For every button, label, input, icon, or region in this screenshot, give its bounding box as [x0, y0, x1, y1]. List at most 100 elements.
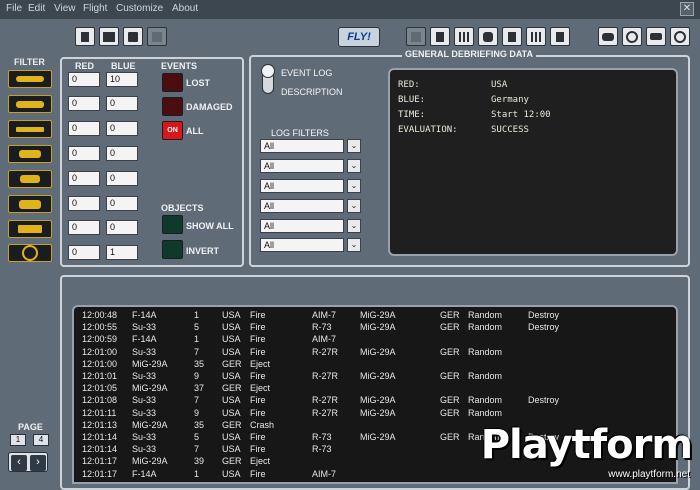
- red-count-5[interactable]: 0: [68, 171, 100, 186]
- table-row[interactable]: 12:01:00 MiG-29A 35 GER Eject: [74, 359, 674, 371]
- red-count-1[interactable]: 0: [68, 72, 100, 87]
- blue-count-5[interactable]: 0: [106, 171, 138, 186]
- all-toggle[interactable]: ON: [162, 121, 183, 140]
- fly-button[interactable]: FLY!: [338, 27, 380, 47]
- view-tool-button-1[interactable]: [406, 27, 426, 46]
- log-cell-target-id: Random: [468, 407, 503, 418]
- table-row[interactable]: 12:01:00 Su-33 7 USA Fire R-27R MiG-29A GER Rand…: [74, 347, 674, 359]
- no-entry-icon: [626, 30, 638, 43]
- table-row[interactable]: 12:01:08 Su-33 7 USA Fire R-27R MiG-29A GER Rand…: [74, 395, 674, 407]
- log-filter-select-6[interactable]: All: [260, 238, 344, 252]
- log-cell-target: MiG-29A: [360, 395, 396, 406]
- log-cell-weapon: R-73: [312, 322, 332, 333]
- log-cell-target-side: GER: [440, 346, 460, 357]
- edit-icon: [508, 31, 516, 42]
- delete-button[interactable]: [147, 27, 167, 46]
- next-page-button[interactable]: ›: [30, 455, 46, 471]
- table-row[interactable]: 12:00:48 F-14A 1 USA Fire AIM-7 MiG-29A GER Rand…: [74, 310, 674, 322]
- filter-structure-button[interactable]: [8, 244, 52, 262]
- view-tool-button-2[interactable]: [430, 27, 450, 46]
- table-row[interactable]: 12:00:55 Su-33 5 USA Fire R-73 MiG-29A GER Rando…: [74, 322, 674, 334]
- blue-count-6[interactable]: 0: [106, 196, 138, 211]
- ship-icon: [16, 126, 44, 132]
- sound-button[interactable]: [550, 27, 570, 46]
- map-icon: [411, 31, 421, 42]
- blue-count-8[interactable]: 1: [106, 245, 138, 260]
- menu-edit[interactable]: Edit: [28, 3, 45, 14]
- menu-file[interactable]: File: [6, 3, 22, 14]
- log-cell-id: 7: [194, 346, 200, 357]
- chevron-down-icon[interactable]: ⌄: [347, 238, 361, 252]
- damaged-toggle[interactable]: [162, 97, 183, 116]
- menu-customize[interactable]: Customize: [116, 3, 163, 14]
- filter-vehicle-button[interactable]: [8, 220, 52, 238]
- prev-page-button[interactable]: ‹: [11, 455, 27, 471]
- red-count-2[interactable]: 0: [68, 96, 100, 111]
- blue-count-3[interactable]: 0: [106, 121, 138, 136]
- cross-icon: [152, 31, 162, 42]
- log-cell-id: 7: [194, 444, 200, 455]
- red-count-7[interactable]: 0: [68, 220, 100, 235]
- lost-toggle[interactable]: [162, 73, 183, 92]
- chevron-down-icon[interactable]: ⌄: [347, 199, 361, 213]
- log-cell-target: MiG-29A: [360, 371, 396, 381]
- filter-tank-button[interactable]: [8, 145, 52, 163]
- invert-toggle[interactable]: [162, 240, 183, 259]
- binoculars-icon: [602, 32, 614, 41]
- log-cell-weapon: R-73: [312, 444, 332, 455]
- save-button[interactable]: [123, 27, 143, 46]
- red-count-8[interactable]: 0: [68, 245, 100, 260]
- filter-aircraft-button[interactable]: [8, 70, 52, 88]
- chevron-down-icon[interactable]: ⌄: [347, 159, 361, 173]
- view-tool-button-3[interactable]: [454, 27, 474, 46]
- table-row[interactable]: 12:01:11 Su-33 9 USA Fire R-27R MiG-29A GER Rand…: [74, 408, 674, 420]
- chevron-down-icon[interactable]: ⌄: [347, 139, 361, 153]
- filter-helicopter-button[interactable]: [8, 95, 52, 113]
- menu-flight[interactable]: Flight: [83, 3, 107, 14]
- red-count-4[interactable]: 0: [68, 146, 100, 161]
- menu-about[interactable]: About: [172, 3, 198, 14]
- binoculars-button[interactable]: [598, 27, 618, 46]
- log-cell-side: USA: [222, 468, 241, 479]
- open-folder-button[interactable]: [99, 27, 119, 46]
- log-filter-select-3[interactable]: All: [260, 179, 344, 193]
- table-row[interactable]: 12:01:17 F-14A 1 USA Fire AIM-7: [74, 469, 674, 481]
- log-filter-select-2[interactable]: All: [260, 159, 344, 173]
- vehicle-button[interactable]: [646, 27, 666, 46]
- table-row[interactable]: 12:00:59 F-14A 1 USA Fire AIM-7: [74, 334, 674, 346]
- log-cell-time: 12:00:59: [82, 334, 118, 345]
- log-cell-event: Fire: [250, 346, 266, 357]
- log-cell-weapon: AIM-7: [312, 334, 337, 345]
- chevron-down-icon[interactable]: ⌄: [347, 179, 361, 193]
- close-button[interactable]: ✕: [680, 2, 694, 16]
- clock-button[interactable]: [670, 27, 690, 46]
- blue-count-4[interactable]: 0: [106, 146, 138, 161]
- blue-count-2[interactable]: 0: [106, 96, 138, 111]
- chevron-down-icon[interactable]: ⌄: [347, 219, 361, 233]
- blue-count-1[interactable]: 10: [106, 72, 138, 87]
- filter-artillery-button[interactable]: [8, 170, 52, 188]
- view-tool-button-6[interactable]: [526, 27, 546, 46]
- view-tool-button-4[interactable]: [478, 27, 498, 46]
- mode-switch-knob[interactable]: [261, 64, 275, 78]
- table-row[interactable]: 12:01:01 Su-33 9 USA Fire R-27R MiG-29A GER Rand…: [74, 371, 674, 383]
- blue-count-7[interactable]: 0: [106, 220, 138, 235]
- filter-sam-button[interactable]: [8, 195, 52, 213]
- log-filter-select-5[interactable]: All: [260, 219, 344, 233]
- description-label: DESCRIPTION: [281, 87, 343, 97]
- log-cell-weapon: R-27R: [312, 407, 339, 418]
- table-row[interactable]: 12:01:05 MiG-29A 37 GER Eject: [74, 383, 674, 395]
- show-all-toggle[interactable]: [162, 215, 183, 234]
- red-count-3[interactable]: 0: [68, 121, 100, 136]
- menu-view[interactable]: View: [54, 3, 76, 14]
- filter-ship-button[interactable]: [8, 120, 52, 138]
- log-filter-select-1[interactable]: All: [260, 139, 344, 153]
- log-filters-label: LOG FILTERS: [271, 128, 329, 138]
- red-count-6[interactable]: 0: [68, 196, 100, 211]
- no-entry-button[interactable]: [622, 27, 642, 46]
- new-file-button[interactable]: [75, 27, 95, 46]
- log-filter-select-4[interactable]: All: [260, 199, 344, 213]
- log-cell-result: Destroy: [528, 395, 560, 406]
- page-total: 4: [33, 434, 49, 446]
- view-tool-button-5[interactable]: [502, 27, 522, 46]
